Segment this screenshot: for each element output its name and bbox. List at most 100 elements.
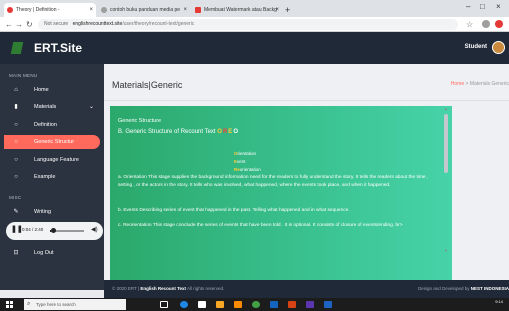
- footer-text: All rights reserved.: [186, 286, 225, 291]
- pause-icon[interactable]: ❚❚: [11, 225, 23, 233]
- file-explorer-icon[interactable]: [216, 301, 224, 308]
- address-bar-row: ← → ↻ Not secure englishrecounttext.site…: [0, 17, 509, 32]
- app-icon[interactable]: [270, 301, 278, 308]
- content-scrollbar[interactable]: ▲ ▼: [444, 106, 448, 256]
- scroll-down-icon[interactable]: ▼: [444, 248, 448, 253]
- audio-seek-handle[interactable]: [51, 228, 56, 233]
- task-view-icon[interactable]: [160, 301, 168, 308]
- tab-label: contoh buku panduan media pe: [110, 7, 181, 13]
- sidebar-item-example[interactable]: ○ Example: [4, 170, 100, 184]
- system-clock[interactable]: 9:14: [495, 299, 503, 304]
- edge-icon[interactable]: [180, 301, 188, 308]
- section-heading-main-menu: MAIN MENU: [9, 73, 38, 78]
- screen: Theory | Definition - × contoh buku pand…: [0, 0, 509, 311]
- store-icon[interactable]: [198, 301, 206, 308]
- sidebar-item-label: Home: [34, 87, 49, 93]
- volume-icon[interactable]: ◀): [91, 226, 98, 233]
- footer-developer: NEST INDONESIA: [470, 286, 509, 291]
- windows-start-icon[interactable]: [6, 301, 13, 308]
- not-secure-indicator[interactable]: Not secure: [44, 21, 68, 27]
- tab-label: Membuat Watermark atau Backg: [204, 7, 277, 13]
- scroll-thumb[interactable]: [444, 114, 448, 173]
- audio-progress-bar[interactable]: [50, 228, 84, 233]
- search-icon: ⌕: [27, 301, 31, 307]
- oreo-letter: O: [233, 129, 239, 135]
- powerpoint-icon[interactable]: [288, 301, 296, 308]
- structure-legend-item: Orientation: [234, 151, 256, 156]
- footer-copyright: © 2020 ERT | English Recount Text All ri…: [112, 286, 224, 291]
- url-host: englishrecounttext.site: [72, 21, 123, 27]
- sidebar-item-label: Definition: [34, 122, 57, 128]
- browser-tab[interactable]: Membuat Watermark atau Backg ×: [192, 3, 282, 17]
- sidebar-item-label: Example: [34, 174, 56, 180]
- legend-rest: orientation: [239, 167, 261, 172]
- sidebar-item-definition[interactable]: ○ Definition: [4, 118, 100, 132]
- sidebar: MAIN MENU ⌂ Home ▮ Materials ⌄ ○ Definit…: [0, 64, 104, 290]
- sidebar-item-home[interactable]: ⌂ Home: [4, 83, 100, 97]
- avatar[interactable]: [492, 41, 505, 54]
- home-icon: ⌂: [14, 87, 18, 93]
- subheading-text: B. Generic Structure of Recount Text: [118, 129, 216, 135]
- browser-tab-active[interactable]: Theory | Definition - ×: [4, 3, 96, 17]
- brand-title[interactable]: ERT.Site: [34, 41, 82, 55]
- tab-label: Theory | Definition -: [16, 7, 60, 13]
- legend-rest: rientation: [237, 151, 257, 156]
- maximize-icon[interactable]: □: [480, 2, 485, 11]
- sidebar-item-logout[interactable]: ⊡ Log Out: [4, 246, 100, 260]
- sidebar-item-language-feature[interactable]: ○ Language Feature: [4, 153, 100, 167]
- chrome-icon[interactable]: [252, 301, 260, 308]
- favicon-icon: [101, 7, 107, 13]
- main-content: Materials|Generic Home > Materials Gener…: [104, 64, 509, 311]
- breadcrumb: Home > Materials Generic: [451, 81, 509, 87]
- circle-icon: ○: [14, 174, 18, 180]
- bookmark-star-icon[interactable]: ☆: [466, 18, 473, 31]
- new-tab-button[interactable]: +: [285, 3, 290, 17]
- circle-icon: ○: [14, 122, 18, 128]
- page-title: Materials|Generic: [112, 80, 183, 90]
- close-window-icon[interactable]: ×: [496, 2, 501, 11]
- favicon-icon: [7, 7, 13, 13]
- reorientation-paragraph: c. Reorientation This stage conclude the…: [118, 223, 403, 228]
- structure-legend-item: Reorientation: [234, 167, 261, 172]
- breadcrumb-home[interactable]: Home: [451, 81, 464, 87]
- sidebar-item-label: Log Out: [34, 250, 54, 256]
- scroll-up-icon[interactable]: ▲: [444, 106, 448, 111]
- user-name[interactable]: Student: [465, 44, 487, 50]
- extension-icon[interactable]: [482, 20, 490, 28]
- sidebar-item-writing[interactable]: ✎ Writing: [4, 205, 100, 219]
- structure-legend-item: Event: [234, 159, 246, 164]
- legend-rest: vent: [237, 159, 246, 164]
- reload-icon[interactable]: ↻: [26, 18, 33, 31]
- site-header: ERT.Site Student: [0, 32, 509, 64]
- close-tab-icon[interactable]: ×: [183, 3, 187, 17]
- pencil-icon: ✎: [13, 209, 19, 215]
- footer-text: © 2020 ERT |: [112, 286, 141, 291]
- taskbar-search-input[interactable]: ⌕ Type here to search: [24, 299, 126, 310]
- close-tab-icon[interactable]: ×: [89, 3, 93, 17]
- app-icon[interactable]: [234, 301, 242, 308]
- search-placeholder: Type here to search: [36, 302, 76, 307]
- document-icon: ▮: [14, 104, 18, 110]
- app-icon[interactable]: [306, 301, 314, 308]
- events-paragraph: b. Events Describing series of event tha…: [118, 208, 350, 213]
- site-footer: © 2020 ERT | English Recount Text All ri…: [104, 280, 509, 298]
- audio-player: ❚❚ 0:04 / 2:40 ◀): [6, 222, 103, 240]
- brand-logo-icon: [10, 42, 24, 54]
- browser-tab[interactable]: contoh buku panduan media pe ×: [98, 3, 190, 17]
- minimize-icon[interactable]: –: [466, 2, 470, 11]
- breadcrumb-separator: >: [465, 81, 469, 87]
- forward-arrow-icon[interactable]: →: [15, 18, 23, 31]
- profile-icon[interactable]: [495, 20, 503, 28]
- circle-icon: ○: [14, 139, 18, 145]
- sidebar-item-materials[interactable]: ▮ Materials ⌄: [4, 100, 100, 114]
- audio-time: 0:04 / 2:40: [22, 227, 44, 232]
- back-arrow-icon[interactable]: ←: [5, 18, 13, 31]
- sidebar-item-generic-structure[interactable]: ○ Generic Structur: [4, 135, 100, 149]
- card-heading: Generic Structure: [118, 118, 162, 124]
- oreo-acronym: OREO: [217, 129, 239, 135]
- url-field[interactable]: Not secure englishrecounttext.site/user/…: [38, 19, 458, 30]
- close-tab-icon[interactable]: ×: [275, 3, 279, 17]
- sidebar-item-label: Writing: [34, 209, 52, 215]
- word-icon[interactable]: [324, 301, 332, 308]
- url-path: /user/theory/recount-text/generic: [122, 21, 195, 27]
